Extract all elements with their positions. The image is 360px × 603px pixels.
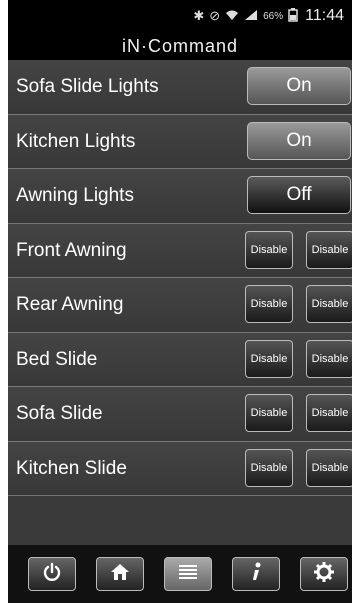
rear-awning-disable-button-2[interactable]: Disable bbox=[306, 285, 352, 323]
battery-icon bbox=[288, 7, 298, 25]
row-sofa-slide-lights: Sofa Slide Lights On bbox=[8, 60, 352, 115]
kitchen-lights-toggle[interactable]: On bbox=[247, 121, 351, 160]
bottom-nav bbox=[8, 545, 352, 603]
row-bed-slide: Bed Slide Disable Disable bbox=[8, 332, 352, 387]
settings-button[interactable] bbox=[300, 557, 348, 591]
row-kitchen-slide: Kitchen Slide Disable Disable bbox=[8, 441, 352, 496]
kitchen-slide-disable-button-2[interactable]: Disable bbox=[306, 448, 352, 487]
battery-percent: 66% bbox=[263, 10, 284, 22]
power-button[interactable] bbox=[28, 557, 76, 591]
row-label: Sofa Slide bbox=[16, 403, 103, 424]
row-kitchen-lights: Kitchen Lights On bbox=[8, 114, 352, 169]
row-label: Kitchen Lights bbox=[16, 130, 136, 152]
control-list: Sofa Slide Lights On Kitchen Lights On A… bbox=[8, 60, 352, 496]
phone-screen: ✱ ⊘ 66% 11:44 iN·Command Sofa Slide Ligh… bbox=[8, 0, 352, 603]
list-button[interactable] bbox=[164, 557, 212, 591]
row-label: Kitchen Slide bbox=[16, 457, 127, 479]
row-rear-awning: Rear Awning Disable Disable bbox=[8, 278, 352, 333]
row-label: Bed Slide bbox=[16, 348, 98, 370]
muted-signal-icon: ⊘ bbox=[209, 8, 221, 23]
bed-slide-disable-button-1[interactable]: Disable bbox=[245, 339, 293, 378]
cell-signal-icon bbox=[244, 9, 258, 24]
info-button[interactable] bbox=[232, 557, 280, 591]
home-button[interactable] bbox=[96, 557, 144, 591]
status-icons: ✱ ⊘ 66% 11:44 bbox=[193, 7, 344, 25]
sofa-slide-lights-toggle[interactable]: On bbox=[247, 67, 351, 105]
row-label: Front Awning bbox=[16, 239, 127, 261]
bluetooth-icon: ✱ bbox=[193, 8, 205, 23]
awning-lights-toggle[interactable]: Off bbox=[247, 176, 351, 214]
row-label: Sofa Slide Lights bbox=[16, 76, 159, 97]
power-icon bbox=[42, 562, 62, 587]
sofa-slide-disable-button-2[interactable]: Disable bbox=[306, 394, 352, 432]
wifi-icon bbox=[225, 9, 239, 24]
row-front-awning: Front Awning Disable Disable bbox=[8, 223, 352, 278]
app-title: iN·Command bbox=[8, 32, 352, 60]
kitchen-slide-disable-button-1[interactable]: Disable bbox=[245, 448, 293, 487]
row-label: Awning Lights bbox=[16, 185, 134, 206]
bed-slide-disable-button-2[interactable]: Disable bbox=[306, 339, 352, 378]
clock: 11:44 bbox=[305, 7, 344, 24]
info-icon bbox=[248, 561, 264, 588]
home-icon bbox=[109, 562, 131, 587]
rear-awning-disable-button-1[interactable]: Disable bbox=[245, 285, 293, 323]
status-bar: ✱ ⊘ 66% 11:44 bbox=[8, 0, 352, 32]
front-awning-disable-button-2[interactable]: Disable bbox=[306, 230, 352, 269]
list-icon bbox=[177, 562, 199, 587]
gear-icon bbox=[313, 561, 335, 588]
front-awning-disable-button-1[interactable]: Disable bbox=[245, 230, 293, 269]
row-label: Rear Awning bbox=[16, 294, 124, 315]
row-sofa-slide: Sofa Slide Disable Disable bbox=[8, 387, 352, 442]
row-awning-lights: Awning Lights Off bbox=[8, 169, 352, 224]
sofa-slide-disable-button-1[interactable]: Disable bbox=[245, 394, 293, 432]
